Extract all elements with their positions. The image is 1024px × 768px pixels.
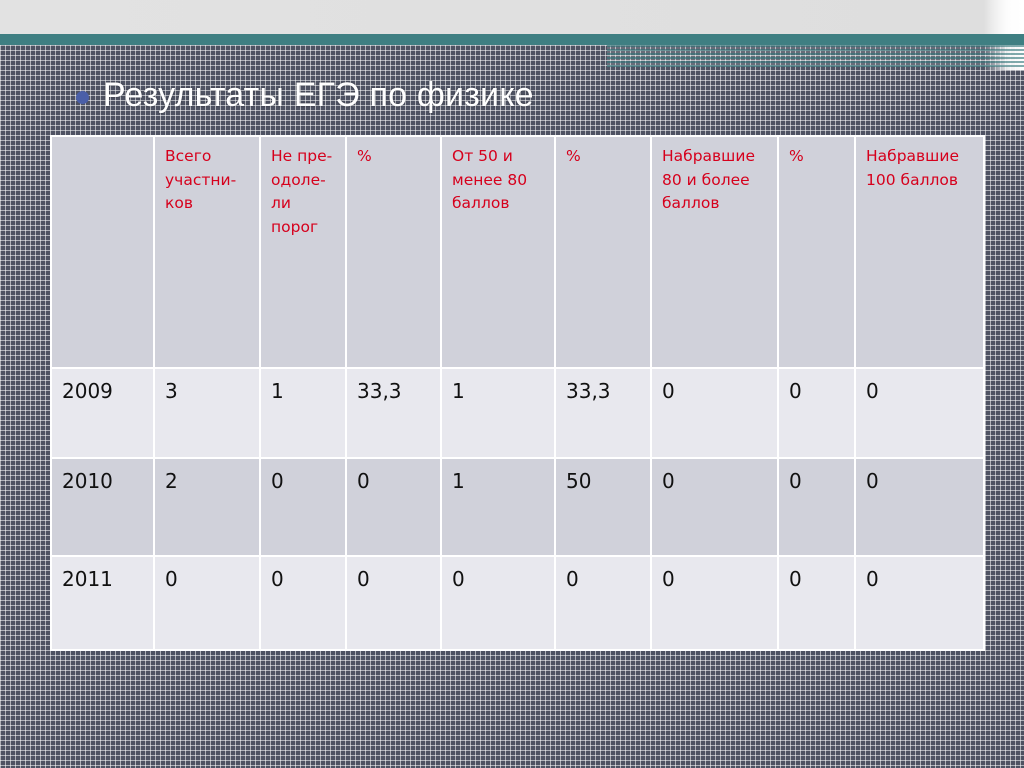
header-cell-80-plus-percent: % [777,135,856,369]
accent-strip [607,45,1024,67]
header-cell-failed: Не пре-одоле-ли порог [259,135,347,369]
bullet-icon [76,90,89,104]
header-cell-failed-percent: % [345,135,442,369]
table-cell: 50 [554,457,652,557]
table-row: 2011 0 0 0 0 0 0 0 0 [50,555,985,651]
table-cell: 0 [259,555,347,651]
table-cell: 33,3 [554,367,652,459]
table-cell: 2009 [50,367,155,459]
table-cell: 0 [345,555,442,651]
table-cell: 0 [777,457,856,557]
table-cell: 1 [440,367,556,459]
table-cell: 0 [153,555,261,651]
header-cell-50-80: От 50 и менее 80 баллов [440,135,556,369]
header-row: Всего участни-ков Не пре-одоле-ли порог … [50,135,985,369]
table-cell: 0 [650,367,779,459]
table-cell: 0 [650,457,779,557]
table-cell: 1 [259,367,347,459]
header-cell-total: Всего участни-ков [153,135,261,369]
table-cell: 0 [440,555,556,651]
table-cell: 2011 [50,555,155,651]
table-cell: 0 [854,367,985,459]
table-cell: 0 [259,457,347,557]
table-cell: 2 [153,457,261,557]
slide-title: Результаты ЕГЭ по физике [103,75,534,114]
table-cell: 0 [854,555,985,651]
table-cell: 1 [440,457,556,557]
table-cell: 3 [153,367,261,459]
accent-bar [0,34,1024,45]
table-cell: 0 [854,457,985,557]
header-cell-year [50,135,155,369]
header-cell-100: Набравшие 100 баллов [854,135,985,369]
table-cell: 2010 [50,457,155,557]
title-row: Результаты ЕГЭ по физике [76,70,534,120]
header-cell-80-plus: Набравшие 80 и более баллов [650,135,779,369]
table-cell: 33,3 [345,367,442,459]
table-cell: 0 [777,555,856,651]
table-cell: 0 [650,555,779,651]
table-row: 2009 3 1 33,3 1 33,3 0 0 0 [50,367,985,459]
table-cell: 0 [777,367,856,459]
table-row: 2010 2 0 0 1 50 0 0 0 [50,457,985,557]
table-cell: 0 [345,457,442,557]
header-cell-50-80-percent: % [554,135,652,369]
table-cell: 0 [554,555,652,651]
results-table: Всего участни-ков Не пре-одоле-ли порог … [50,135,985,651]
top-decor-band [0,0,1024,70]
